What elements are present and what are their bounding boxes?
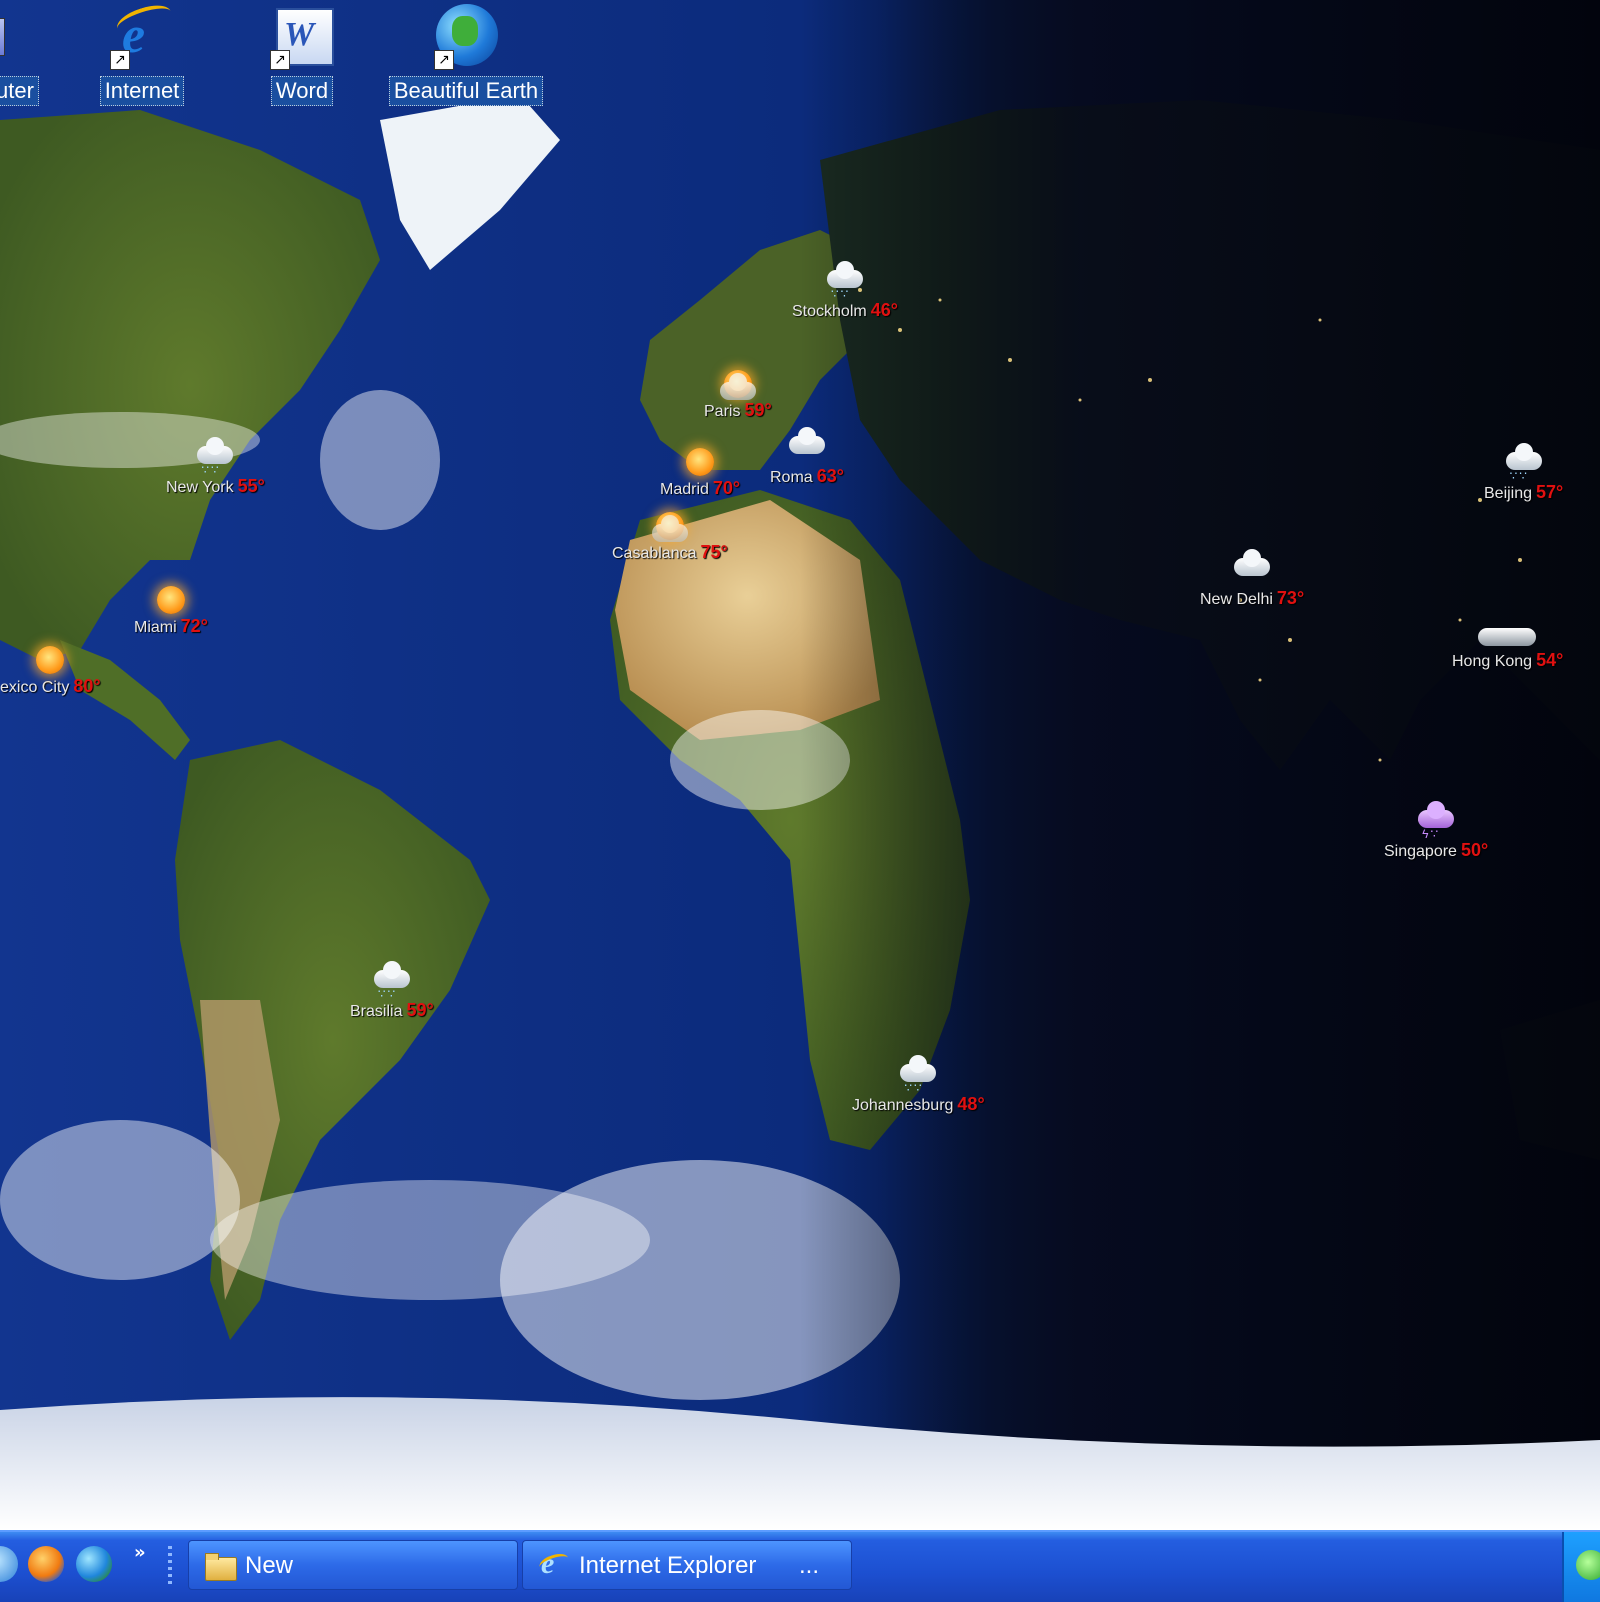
city-temp: 72° (180, 616, 208, 636)
desktop-icon-label: Beautiful Earth (388, 76, 544, 106)
overcast-icon (1477, 618, 1538, 652)
city-name: exico City (0, 679, 70, 696)
thunderstorm-icon: ϟ∵ (1414, 801, 1458, 842)
toolbar-grip[interactable] (168, 1546, 172, 1588)
city-temp: 73° (1276, 588, 1305, 608)
city-name: Johannesburg (852, 1097, 954, 1114)
taskbar-button-ellipsis: ... (799, 1552, 820, 1579)
taskbar-button-internet-explorer[interactable]: e Internet Explorer ... (522, 1540, 852, 1590)
city-temp: 59° (744, 400, 772, 420)
taskbar-button-label: New (245, 1552, 294, 1579)
city-name: New Delhi (1200, 591, 1273, 608)
city-name: Paris (704, 403, 741, 420)
city-name: Miami (134, 619, 177, 636)
city-temp: 48° (957, 1094, 985, 1114)
snow-icon: ∵∵ (1502, 443, 1546, 484)
city-marker-mexico-city[interactable]: exico City 80° (0, 644, 101, 697)
city-marker-casablanca[interactable]: Casablanca 75° (612, 510, 728, 563)
internet-explorer-icon: e ↗ (110, 0, 175, 70)
city-marker-beijing[interactable]: ∵∵ Beijing 57° (1484, 443, 1564, 503)
taskbar: » New e Internet Explorer ... (0, 1530, 1600, 1602)
desktop-icon-my-computer[interactable]: uter (0, 4, 50, 106)
city-marker-paris[interactable]: Paris 59° (704, 368, 772, 421)
taskbar-button-label: Internet Explorer (579, 1552, 757, 1579)
city-temp: 57° (1536, 482, 1564, 502)
quicklaunch-chevron[interactable]: » (134, 1542, 146, 1563)
globe-icon: ↗ (434, 4, 498, 70)
city-temp: 63° (816, 466, 844, 486)
city-marker-brasilia[interactable]: ∵∵ Brasilia 59° (350, 961, 434, 1021)
city-marker-new-york[interactable]: ∵∵ New York 55° (166, 437, 265, 497)
desktop-icon-beautiful-earth[interactable]: ↗ Beautiful Earth (382, 4, 550, 106)
rain-icon: ∵∵ (896, 1055, 940, 1096)
city-name: Beijing (1484, 485, 1533, 502)
cloudy-icon (1230, 549, 1274, 590)
city-temp: 80° (73, 676, 101, 696)
shortcut-arrow-icon: ↗ (270, 50, 290, 70)
quicklaunch-ie-icon[interactable] (0, 1546, 18, 1582)
my-computer-icon (0, 4, 47, 68)
tray-status-icon[interactable] (1576, 1550, 1600, 1580)
shortcut-arrow-icon: ↗ (110, 50, 130, 70)
internet-explorer-icon: e (537, 1547, 571, 1580)
desktop-icon-label: Word (270, 76, 334, 106)
snow-icon: ∵∵ (823, 261, 867, 302)
globe-icon[interactable] (76, 1546, 112, 1582)
sun-cloud-icon (648, 510, 692, 544)
sun-icon (149, 584, 193, 618)
snow-icon: ∵∵ (193, 437, 237, 478)
city-temp: 54° (1536, 650, 1564, 670)
city-temp: 70° (712, 478, 741, 498)
city-marker-new-delhi[interactable]: New Delhi 73° (1200, 549, 1305, 609)
cloudy-icon (785, 427, 829, 468)
world-map (0, 0, 1600, 1530)
city-temp: 55° (237, 476, 265, 496)
city-name: Brasilia (350, 1003, 403, 1020)
city-marker-singapore[interactable]: ϟ∵ Singapore 50° (1384, 801, 1489, 861)
rain-icon: ∵∵ (370, 961, 414, 1002)
folder-icon (205, 1551, 237, 1581)
sun-icon (28, 644, 72, 678)
city-temp: 75° (700, 542, 728, 562)
city-name: Casablanca (612, 545, 697, 562)
city-name: Roma (770, 469, 813, 486)
city-temp: 50° (1460, 840, 1489, 860)
city-name: Stockholm (792, 303, 867, 320)
firefox-icon[interactable] (28, 1546, 64, 1582)
city-name: Hong Kong (1452, 653, 1533, 670)
taskbar-button-new[interactable]: New (188, 1540, 518, 1590)
city-marker-madrid[interactable]: Madrid 70° (660, 446, 740, 499)
desktop-icon-internet[interactable]: e ↗ Internet (92, 0, 192, 106)
city-name: Singapore (1384, 843, 1457, 860)
city-name: Madrid (660, 481, 709, 498)
desktop-icon-label: Internet (99, 76, 185, 106)
desktop-icon-word[interactable]: W ↗ Word (262, 4, 342, 106)
sun-cloud-icon (716, 368, 760, 402)
city-name: New York (166, 479, 234, 496)
word-icon: W ↗ (270, 4, 334, 70)
system-tray[interactable] (1562, 1532, 1600, 1602)
city-marker-johannesburg[interactable]: ∵∵ Johannesburg 48° (852, 1055, 985, 1115)
desktop-wallpaper: uter e ↗ Internet W ↗ Word ↗ Beautiful E… (0, 0, 1600, 1530)
shortcut-arrow-icon: ↗ (434, 50, 454, 70)
city-marker-hong-kong[interactable]: Hong Kong 54° (1452, 618, 1563, 671)
sun-icon (678, 446, 722, 480)
desktop-icon-label: uter (0, 76, 39, 106)
city-marker-stockholm[interactable]: ∵∵ Stockholm 46° (792, 261, 898, 321)
city-marker-miami[interactable]: Miami 72° (134, 584, 208, 637)
city-temp: 46° (870, 300, 898, 320)
city-temp: 59° (406, 1000, 434, 1020)
city-marker-roma[interactable]: Roma 63° (770, 427, 844, 487)
